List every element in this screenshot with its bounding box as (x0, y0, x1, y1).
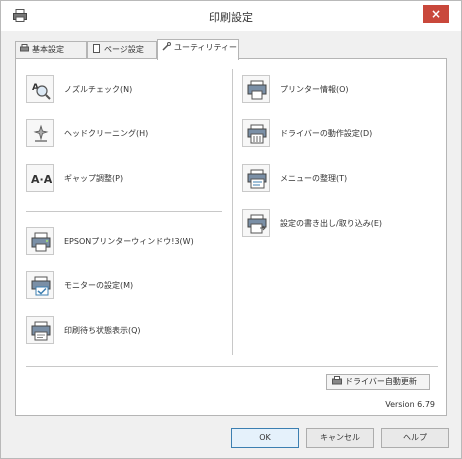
bottom-divider (26, 366, 438, 367)
cancel-button[interactable]: キャンセル (306, 428, 374, 448)
title-bar: 印刷設定 × (1, 1, 461, 31)
print-queue-item[interactable]: 印刷待ち状態表示(Q) (26, 316, 226, 344)
driver-settings-item[interactable]: ドライバーの動作設定(D) (242, 119, 442, 147)
menu-arrange-item[interactable]: メニューの整理(T) (242, 164, 442, 192)
update-icon (332, 376, 342, 385)
gap-adjust-icon-text: A·A (31, 173, 52, 186)
version-text: Version 6.79 (385, 400, 435, 409)
monitor-settings-icon (26, 271, 54, 299)
tab-utility[interactable]: ユーティリティー (157, 39, 239, 60)
tab-label: 基本設定 (32, 45, 64, 54)
print-queue-label: 印刷待ち状態表示(Q) (64, 326, 141, 335)
export-import-item[interactable]: 設定の書き出し/取り込み(E) (242, 209, 447, 237)
gap-adjust-icon: A·A (26, 164, 54, 192)
window-title: 印刷設定 (209, 11, 253, 24)
printer-info-icon (242, 75, 270, 103)
driver-settings-icon (242, 119, 270, 147)
left-divider (26, 211, 222, 212)
printer-window-item[interactable]: EPSONプリンターウィンドウ!3(W) (26, 227, 226, 255)
printer-icon (20, 44, 29, 52)
gap-adjust-item[interactable]: A·A ギャップ調整(P) (26, 164, 206, 192)
page-icon (93, 44, 100, 53)
export-import-label: 設定の書き出し/取り込み(E) (280, 219, 382, 228)
monitor-settings-item[interactable]: モニターの設定(M) (26, 271, 226, 299)
print-queue-icon (26, 316, 54, 344)
printer-window-icon (26, 227, 54, 255)
driver-auto-update-button[interactable]: ドライバー自動更新 (326, 374, 430, 390)
monitor-settings-label: モニターの設定(M) (64, 281, 134, 290)
close-button[interactable]: × (423, 5, 449, 23)
tab-page-settings[interactable]: ページ設定 (87, 41, 157, 59)
tab-label: ユーティリティー (174, 43, 238, 52)
menu-arrange-icon (242, 164, 270, 192)
printer-window-label: EPSONプリンターウィンドウ!3(W) (64, 237, 194, 246)
menu-arrange-label: メニューの整理(T) (280, 174, 348, 183)
ok-button[interactable]: OK (231, 428, 299, 448)
head-cleaning-icon (26, 119, 54, 147)
printer-info-label: プリンター情報(O) (280, 85, 349, 94)
wrench-icon (162, 42, 171, 51)
driver-auto-update-label: ドライバー自動更新 (345, 377, 417, 386)
help-button[interactable]: ヘルプ (381, 428, 449, 448)
nozzle-check-item[interactable]: A ノズルチェック(N) (26, 75, 206, 103)
gap-adjust-label: ギャップ調整(P) (64, 174, 124, 183)
nozzle-check-icon: A (26, 75, 54, 103)
printer-info-item[interactable]: プリンター情報(O) (242, 75, 442, 103)
tab-label: ページ設定 (104, 45, 144, 54)
nozzle-check-label: ノズルチェック(N) (64, 85, 133, 94)
export-import-icon (242, 209, 270, 237)
utility-panel: A ノズルチェック(N) ヘッドクリーニング(H) A·A ギャップ調整(P) … (15, 58, 447, 416)
head-cleaning-item[interactable]: ヘッドクリーニング(H) (26, 119, 206, 147)
tab-basic-settings[interactable]: 基本設定 (15, 41, 87, 59)
head-cleaning-label: ヘッドクリーニング(H) (64, 129, 149, 138)
print-settings-window: 印刷設定 × 基本設定 ページ設定 ユーティリティー A ノズルチェック(N) (0, 0, 462, 459)
column-divider (232, 69, 233, 355)
driver-settings-label: ドライバーの動作設定(D) (280, 129, 373, 138)
